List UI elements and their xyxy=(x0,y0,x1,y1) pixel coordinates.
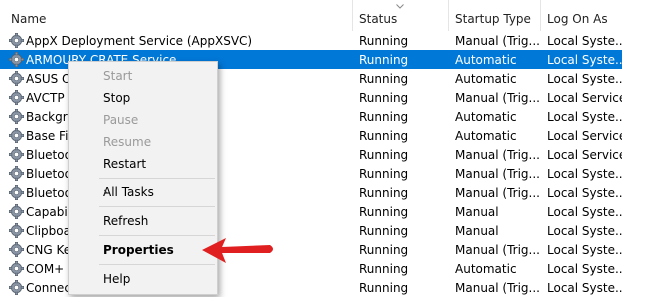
service-startup-type: Automatic xyxy=(455,72,517,86)
menu-item-refresh-label: Refresh xyxy=(103,214,149,228)
gear-icon xyxy=(9,204,24,219)
service-status: Running xyxy=(359,110,409,124)
menu-separator xyxy=(99,206,215,207)
column-header-status[interactable]: Status xyxy=(359,12,397,26)
menu-separator xyxy=(99,178,215,179)
service-status: Running xyxy=(359,129,409,143)
menu-item-restart[interactable]: Restart xyxy=(69,153,217,175)
menu-separator xyxy=(99,264,215,265)
gear-icon xyxy=(9,147,24,162)
service-log-on-as: Local Service xyxy=(547,129,622,143)
context-menu: Start Stop Pause Resume Restart All Task… xyxy=(68,61,218,295)
service-log-on-as: Local Syste... xyxy=(547,262,622,276)
gear-icon xyxy=(9,33,24,48)
service-log-on-as: Local Service xyxy=(547,148,622,162)
service-status: Running xyxy=(359,167,409,181)
service-startup-type: Manual (Trig... xyxy=(455,148,539,162)
gear-icon xyxy=(9,128,24,143)
menu-item-properties-label: Properties xyxy=(103,243,174,257)
column-header-name[interactable]: Name xyxy=(11,12,46,26)
menu-separator xyxy=(99,235,215,236)
menu-item-refresh[interactable]: Refresh xyxy=(69,210,217,232)
service-log-on-as: Local Syste... xyxy=(547,110,622,124)
gear-icon xyxy=(9,242,24,257)
service-startup-type: Manual (Trig... xyxy=(455,243,539,257)
column-divider[interactable] xyxy=(540,0,541,31)
service-log-on-as: Local Syste... xyxy=(547,243,622,257)
service-log-on-as: Local Syste... xyxy=(547,53,622,67)
gear-icon xyxy=(9,71,24,86)
menu-item-all-tasks[interactable]: All Tasks › xyxy=(69,181,217,203)
gear-icon xyxy=(9,223,24,238)
gear-icon xyxy=(9,185,24,200)
service-startup-type: Manual (Trig... xyxy=(455,91,539,105)
menu-item-start[interactable]: Start xyxy=(69,65,217,87)
service-status: Running xyxy=(359,53,409,67)
service-startup-type: Automatic xyxy=(455,129,517,143)
service-status: Running xyxy=(359,262,409,276)
service-status: Running xyxy=(359,148,409,162)
service-log-on-as: Local Service xyxy=(547,91,622,105)
service-log-on-as: Local Syste... xyxy=(547,205,622,219)
column-divider[interactable] xyxy=(448,0,449,31)
service-startup-type: Manual xyxy=(455,224,499,238)
service-startup-type: Manual (Trig... xyxy=(455,281,539,295)
menu-item-restart-label: Restart xyxy=(103,157,147,171)
service-startup-type: Automatic xyxy=(455,110,517,124)
red-arrow-icon xyxy=(202,238,273,263)
sort-down-icon xyxy=(396,4,404,9)
service-startup-type: Manual (Trig... xyxy=(455,167,539,181)
menu-item-start-label: Start xyxy=(103,69,133,83)
menu-item-pause[interactable]: Pause xyxy=(69,109,217,131)
column-divider[interactable] xyxy=(352,0,353,31)
service-startup-type: Manual (Trig... xyxy=(455,34,539,48)
service-status: Running xyxy=(359,72,409,86)
gear-icon xyxy=(9,109,24,124)
service-status: Running xyxy=(359,205,409,219)
service-log-on-as: Local Syste... xyxy=(547,186,622,200)
menu-item-help[interactable]: Help xyxy=(69,268,217,290)
menu-item-resume-label: Resume xyxy=(103,135,152,149)
service-log-on-as: Local Syste... xyxy=(547,224,622,238)
service-name: AppX Deployment Service (AppXSVC) xyxy=(26,34,253,48)
menu-item-stop[interactable]: Stop xyxy=(69,87,217,109)
gear-icon xyxy=(9,166,24,181)
column-header-startup-type[interactable]: Startup Type xyxy=(455,12,531,26)
gear-icon xyxy=(9,261,24,276)
column-header-log-on-as[interactable]: Log On As xyxy=(547,12,608,26)
gear-icon xyxy=(9,52,24,67)
service-startup-type: Automatic xyxy=(455,262,517,276)
column-header-bar: Name Status Startup Type Log On As xyxy=(0,0,649,31)
service-status: Running xyxy=(359,281,409,295)
service-status: Running xyxy=(359,243,409,257)
service-log-on-as: Local Syste... xyxy=(547,34,622,48)
service-status: Running xyxy=(359,91,409,105)
table-row[interactable]: AppX Deployment Service (AppXSVC) Running… xyxy=(0,31,622,50)
menu-item-resume[interactable]: Resume xyxy=(69,131,217,153)
gear-icon xyxy=(9,90,24,105)
service-status: Running xyxy=(359,224,409,238)
gear-icon xyxy=(9,280,24,295)
service-startup-type: Automatic xyxy=(455,53,517,67)
menu-item-help-label: Help xyxy=(103,272,131,286)
chevron-right-icon: › xyxy=(103,185,108,199)
service-status: Running xyxy=(359,186,409,200)
service-log-on-as: Local Syste... xyxy=(547,281,622,295)
menu-item-properties[interactable]: Properties xyxy=(69,239,217,261)
service-startup-type: Manual (Trig... xyxy=(455,186,539,200)
service-log-on-as: Local Syste... xyxy=(547,167,622,181)
menu-item-stop-label: Stop xyxy=(103,91,131,105)
service-status: Running xyxy=(359,34,409,48)
service-log-on-as: Local Syste... xyxy=(547,72,622,86)
service-startup-type: Manual xyxy=(455,205,499,219)
menu-item-all-tasks-label: All Tasks xyxy=(103,185,154,199)
menu-item-pause-label: Pause xyxy=(103,113,139,127)
